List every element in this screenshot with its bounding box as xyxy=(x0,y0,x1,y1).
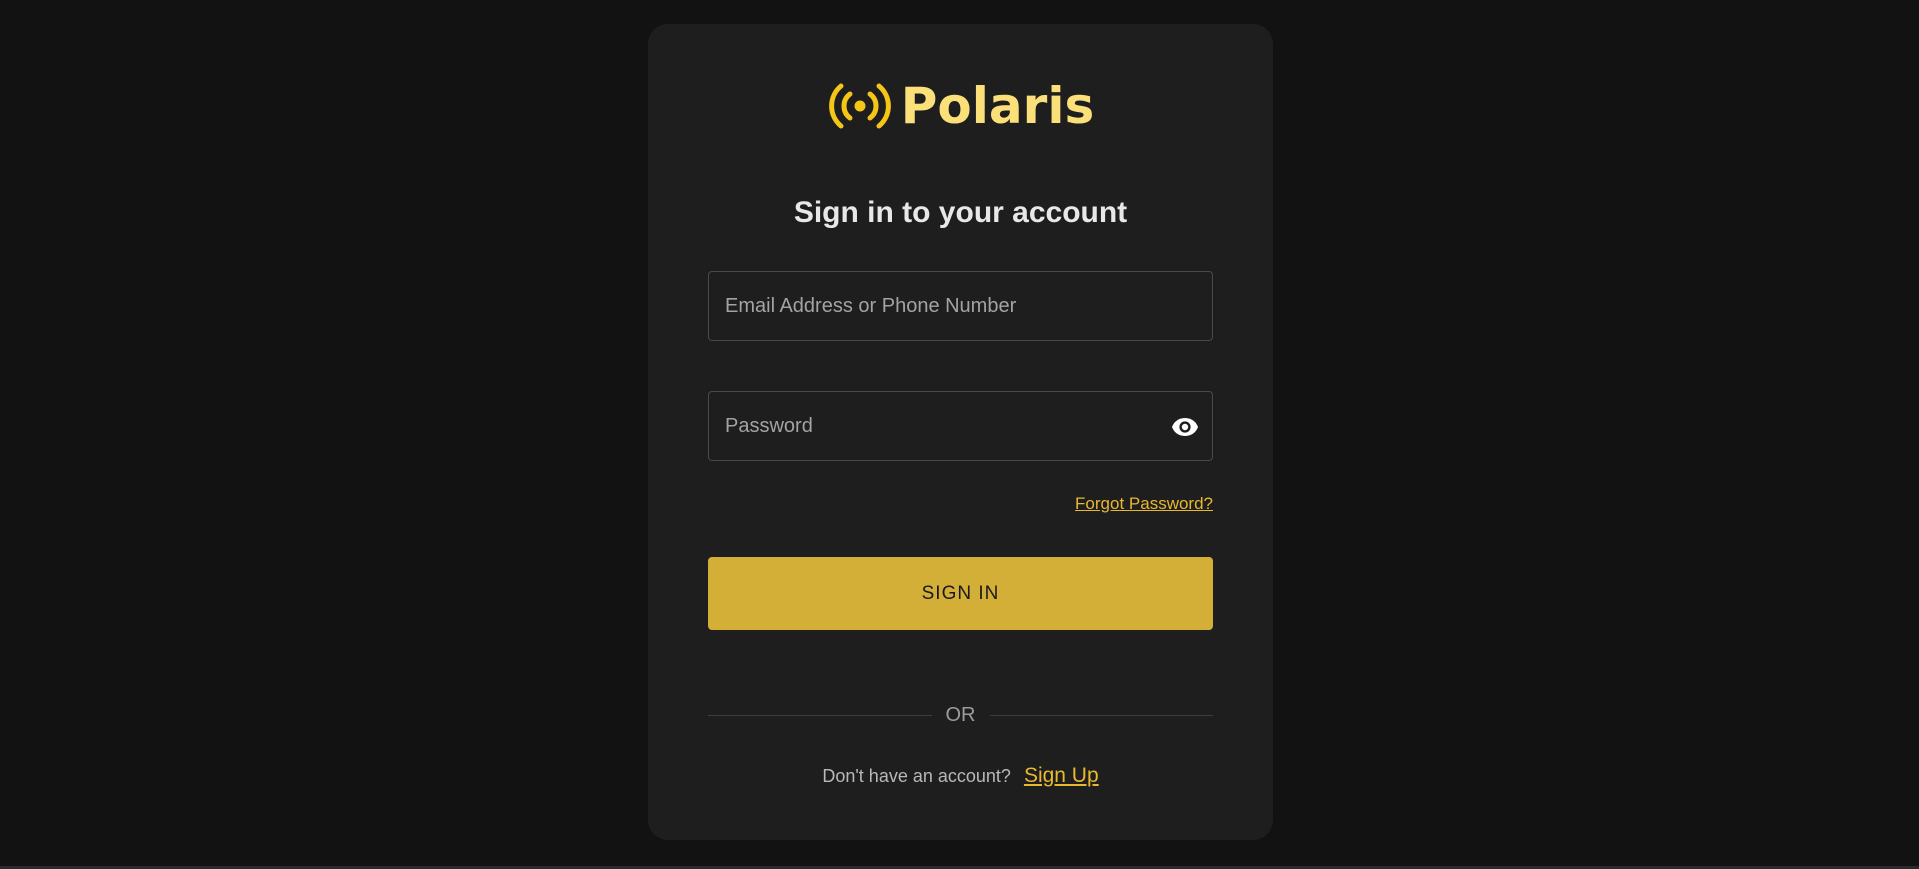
eye-icon[interactable] xyxy=(1170,413,1200,441)
sign-in-button[interactable]: SIGN IN xyxy=(708,557,1213,630)
signup-row: Don't have an account? Sign Up xyxy=(648,764,1273,788)
sign-up-link[interactable]: Sign Up xyxy=(1024,764,1099,787)
email-field-container xyxy=(708,271,1213,341)
login-page: Polaris Sign in to your account Forgot P… xyxy=(0,0,1919,869)
forgot-password-link[interactable]: Forgot Password? xyxy=(1075,494,1213,514)
broadcast-icon xyxy=(828,83,891,129)
password-input[interactable] xyxy=(709,392,1212,460)
signup-prompt: Don't have an account? xyxy=(822,766,1011,786)
divider-line-left xyxy=(708,715,932,716)
divider-line-right xyxy=(989,715,1213,716)
brand-logo: Polaris xyxy=(648,80,1273,132)
page-title: Sign in to your account xyxy=(793,196,1128,229)
password-field-container xyxy=(708,391,1213,461)
divider-text: OR xyxy=(945,704,976,726)
login-card: Polaris Sign in to your account Forgot P… xyxy=(648,24,1273,840)
or-divider: OR xyxy=(708,704,1213,727)
email-input[interactable] xyxy=(709,272,1212,340)
brand-name: Polaris xyxy=(900,77,1095,135)
